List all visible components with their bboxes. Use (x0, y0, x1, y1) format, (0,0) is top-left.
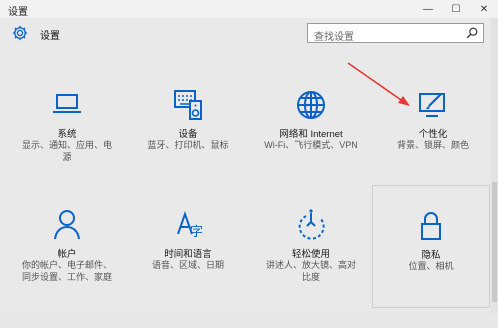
tile-ease-of-access[interactable]: 轻松使用 讲述人、放大镜、高对 比度 (252, 208, 370, 328)
tile-personalization-desc-line1: 背景、锁屏、颜色 (396, 140, 469, 150)
tile-accounts-name: 帐户 (57, 249, 77, 260)
page-title: 设置 (40, 31, 60, 42)
gear-icon (12, 25, 28, 41)
minimize-button[interactable]: — (414, 0, 442, 18)
tile-privacy-name: 隐私 (421, 250, 441, 261)
lock-icon (421, 212, 441, 240)
paint-brush-icon (419, 93, 445, 117)
maximize-button[interactable]: ☐ (442, 0, 470, 18)
tile-accounts[interactable]: 帐户 你的帐户、电子邮件、 同步设置、工作、家庭 (8, 208, 126, 328)
tile-network-name: 网络和 Internet (279, 129, 343, 140)
tile-system-desc-line1: 显示、通知、应用、电 (21, 140, 112, 150)
tile-privacy-desc-line1: 位置、相机 (408, 261, 454, 271)
svg-text:字: 字 (190, 225, 203, 240)
annotation-arrow (347, 62, 410, 106)
tile-devices[interactable]: 设备 蓝牙、打印机、鼠标 (129, 88, 247, 208)
time-language-icon: 字 (177, 210, 203, 240)
tile-ease-of-access-desc-line2: 比度 (301, 272, 320, 282)
globe-icon (297, 91, 325, 119)
keyboard-speaker-icon (174, 90, 202, 120)
tile-system-desc-line2: 源 (62, 152, 72, 162)
tile-devices-desc-line1: 蓝牙、打印机、鼠标 (147, 140, 229, 150)
settings-window: 设置 — ☐ ✕ 设置 查找设置 系统 显示、通知、应用、电 源 设备 蓝牙、打… (0, 0, 498, 313)
window-title: 设置 (8, 7, 28, 18)
tile-ease-of-access-name: 轻松使用 (291, 249, 330, 260)
search-icon[interactable] (465, 26, 479, 40)
tile-system[interactable]: 系统 显示、通知、应用、电 源 (8, 88, 126, 208)
tile-time-language-name: 时间和语言 (164, 249, 212, 260)
ease-of-access-icon (298, 209, 325, 240)
close-button[interactable]: ✕ (470, 0, 498, 18)
scrollbar-thumb[interactable] (492, 182, 497, 302)
tile-network-desc-line1: Wi-Fi、飞行模式、VPN (264, 140, 358, 150)
tile-time-language[interactable]: 字 时间和语言 语音、区域、日期 (129, 208, 247, 328)
tile-system-name: 系统 (57, 129, 77, 140)
tile-accounts-desc-line2: 同步设置、工作、家庭 (21, 272, 112, 282)
laptop-icon (53, 94, 81, 113)
tile-ease-of-access-desc-line1: 讲述人、放大镜、高对 (265, 260, 356, 270)
tile-privacy[interactable]: 隐私 位置、相机 (372, 185, 490, 308)
tile-devices-name: 设备 (178, 129, 198, 140)
tile-personalization-name: 个性化 (418, 129, 448, 140)
search-input[interactable]: 查找设置 (307, 23, 484, 43)
person-icon (54, 210, 80, 240)
search-placeholder: 查找设置 (314, 32, 354, 43)
tile-accounts-desc-line1: 你的帐户、电子邮件、 (21, 260, 112, 270)
tile-time-language-desc-line1: 语音、区域、日期 (151, 260, 224, 270)
title-bar[interactable]: 设置 — ☐ ✕ (0, 0, 498, 18)
